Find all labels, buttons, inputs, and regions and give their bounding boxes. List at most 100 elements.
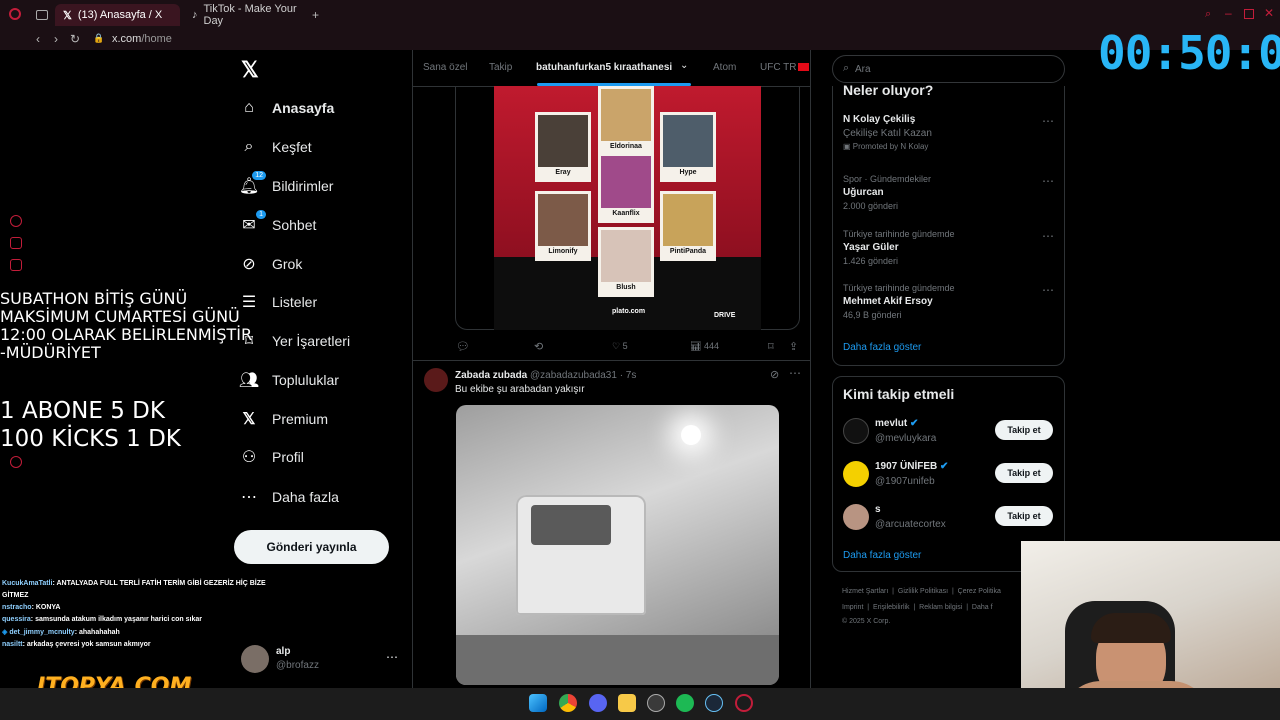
back-icon[interactable]: ‹ bbox=[36, 32, 40, 46]
more-icon[interactable]: ⋯ bbox=[1042, 114, 1054, 128]
photo bbox=[601, 89, 651, 141]
like-button[interactable]: ♡ 5 bbox=[612, 341, 628, 352]
more-icon[interactable]: ⋯ bbox=[1042, 283, 1054, 297]
opera-gx-icon[interactable] bbox=[735, 694, 753, 712]
windows-start-icon[interactable] bbox=[529, 694, 547, 712]
obs-icon[interactable] bbox=[647, 694, 665, 712]
nav-item-grok[interactable]: ⊘ Grok bbox=[240, 255, 302, 273]
post-text: Bu ekibe şu arabadan yakışır bbox=[455, 384, 585, 395]
lock-icon: 🔒 bbox=[93, 33, 105, 43]
steam-icon[interactable] bbox=[705, 694, 723, 712]
verified-icon: ✔ bbox=[940, 461, 949, 472]
discord-icon[interactable] bbox=[589, 694, 607, 712]
heart-icon: ♡ bbox=[612, 341, 621, 351]
trend-item[interactable]: Türkiye tarihinde gündemde Mehmet Akif E… bbox=[843, 283, 1053, 320]
post-time[interactable]: · 7s bbox=[620, 370, 637, 381]
nav-label: Anasayfa bbox=[272, 100, 335, 116]
post-image[interactable] bbox=[456, 405, 779, 685]
tab-following[interactable]: Takip bbox=[489, 62, 512, 73]
close-window-button[interactable]: ✕ bbox=[1264, 6, 1274, 20]
follow-suggestion[interactable]: mevlut ✔ @mevluykara bbox=[843, 416, 993, 446]
reload-icon[interactable]: ↻ bbox=[70, 32, 80, 46]
card-name: Hype bbox=[679, 169, 697, 176]
nav-item-more[interactable]: ⋯ Daha fazla bbox=[240, 488, 339, 506]
new-tab-button[interactable]: + bbox=[312, 8, 319, 22]
post-image[interactable]: Eldorinaa Eray Hype Kaanflix Limonify Pi… bbox=[494, 86, 761, 330]
nav-item-premium[interactable]: 𝕏 Premium bbox=[240, 410, 328, 428]
trend-item[interactable]: N Kolay Çekiliş Çekilişe Katıl Kazan ▣ P… bbox=[843, 114, 1053, 151]
chat-badge-icon: ◈ bbox=[2, 629, 8, 636]
nav-item-home[interactable]: ⌂ Anasayfa bbox=[240, 99, 334, 117]
opera-logo-icon[interactable] bbox=[9, 8, 21, 20]
follow-button[interactable]: Takip et bbox=[995, 420, 1053, 440]
tab-atom[interactable]: Atom bbox=[713, 62, 736, 73]
nav-item-explore[interactable]: ⌕ Keşfet bbox=[240, 138, 312, 156]
footer-links[interactable]: Imprint | Erişilebilirlik | Reklam bilgi… bbox=[842, 604, 993, 611]
tab-ufc-tr[interactable]: UFC TR bbox=[760, 62, 796, 73]
url-field[interactable]: x.com/home bbox=[112, 33, 172, 45]
nav-label: Topluluklar bbox=[272, 372, 339, 388]
suggestion-name: s bbox=[875, 504, 881, 515]
show-more-link[interactable]: Daha fazla göster bbox=[843, 550, 921, 561]
follow-button[interactable]: Takip et bbox=[995, 463, 1053, 483]
nav-item-bookmarks[interactable]: ⌑ Yer İşaretleri bbox=[240, 332, 350, 350]
tab-islands-icon[interactable] bbox=[36, 10, 48, 20]
chat-user: nasiltt bbox=[2, 641, 23, 648]
browser-tab-bar: 𝕏 (13) Anasayfa / X ♪ TikTok - Make Your… bbox=[0, 0, 1280, 30]
author-name[interactable]: Zabada zubada bbox=[455, 370, 527, 381]
card-hype: Hype bbox=[660, 112, 716, 182]
reply-icon[interactable]: 💬︎ bbox=[456, 340, 470, 353]
nav-item-messages[interactable]: ✉ 1 Sohbet bbox=[240, 210, 316, 234]
chrome-icon[interactable] bbox=[559, 694, 577, 712]
sidebar-history-icon[interactable] bbox=[10, 215, 22, 227]
sidebar-settings-icon[interactable] bbox=[10, 456, 22, 468]
more-icon[interactable]: ⋯ bbox=[1042, 174, 1054, 188]
nav-label: Grok bbox=[272, 256, 303, 272]
nav-label: Bildirimler bbox=[272, 178, 334, 194]
views-button[interactable]: 📊︎ 444 bbox=[690, 341, 719, 352]
tab-tiktok[interactable]: ♪ TikTok - Make Your Day bbox=[184, 3, 309, 27]
grok-icon[interactable]: ⊘ bbox=[770, 368, 779, 381]
search-input[interactable]: ⌕ Ara bbox=[832, 55, 1065, 83]
trend-title: Uğurcan bbox=[843, 187, 884, 198]
forward-icon[interactable]: › bbox=[54, 32, 58, 46]
footer-links[interactable]: Hizmet Şartları | Gizlilik Politikası | … bbox=[842, 588, 1001, 595]
more-icon[interactable]: ⋯ bbox=[789, 366, 801, 380]
post-button[interactable]: Gönderi yayınla bbox=[234, 530, 389, 564]
search-tabs-icon[interactable]: ⌕ bbox=[1205, 8, 1211, 21]
card-eray: Eray bbox=[535, 112, 591, 182]
bookmark-icon[interactable]: ⌑ bbox=[768, 340, 774, 353]
account-switcher[interactable]: alp @brofazz ⋯ bbox=[241, 645, 401, 673]
follow-suggestion[interactable]: 1907 ÜNİFEB ✔ @1907unifeb bbox=[843, 459, 993, 489]
repost-icon[interactable]: ⟲ bbox=[534, 340, 543, 353]
more-icon[interactable]: ⋯ bbox=[1042, 229, 1054, 243]
author-handle[interactable]: @zabadazubada31 bbox=[530, 370, 617, 381]
show-more-link[interactable]: Daha fazla göster bbox=[843, 342, 921, 353]
spotify-icon[interactable] bbox=[676, 694, 694, 712]
follow-suggestion[interactable]: s @arcuatecortex bbox=[843, 502, 993, 532]
sidebar-extensions-icon[interactable] bbox=[10, 237, 22, 249]
more-icon[interactable]: ⋯ bbox=[386, 650, 398, 664]
x-logo-icon[interactable]: 𝕏 bbox=[241, 57, 259, 83]
avatar bbox=[241, 645, 269, 673]
nav-item-profile[interactable]: ⚇ Profil bbox=[240, 448, 304, 466]
tab-for-you[interactable]: Sana özel bbox=[423, 62, 467, 73]
trend-item[interactable]: Türkiye tarihinde gündemde Yaşar Güler 1… bbox=[843, 229, 1053, 266]
maximize-button[interactable] bbox=[1244, 9, 1254, 19]
suggestion-name: 1907 ÜNİFEB ✔ bbox=[875, 461, 948, 472]
follow-button[interactable]: Takip et bbox=[995, 506, 1053, 526]
chevron-down-icon[interactable]: ⌄ bbox=[680, 60, 688, 71]
photo bbox=[601, 156, 651, 208]
nav-item-notifications[interactable]: 🔔︎ 12 Bildirimler bbox=[239, 171, 334, 195]
tab-x-home[interactable]: 𝕏 (13) Anasayfa / X bbox=[55, 4, 180, 26]
nav-label: Yer İşaretleri bbox=[272, 333, 351, 349]
avatar[interactable] bbox=[424, 368, 448, 392]
nav-item-communities[interactable]: 👥︎ Topluluklar bbox=[239, 371, 339, 389]
minimize-button[interactable]: – bbox=[1225, 6, 1232, 20]
tab-list[interactable]: batuhanfurkan5 kıraathanesi bbox=[536, 62, 672, 73]
x-logo-icon: 𝕏 bbox=[242, 411, 256, 428]
share-icon[interactable]: ⇪ bbox=[789, 340, 798, 353]
sidebar-messenger-icon[interactable] bbox=[10, 259, 22, 271]
trend-item[interactable]: Spor · Gündemdekiler Uğurcan 2.000 gönde… bbox=[843, 174, 1053, 211]
file-explorer-icon[interactable] bbox=[618, 694, 636, 712]
